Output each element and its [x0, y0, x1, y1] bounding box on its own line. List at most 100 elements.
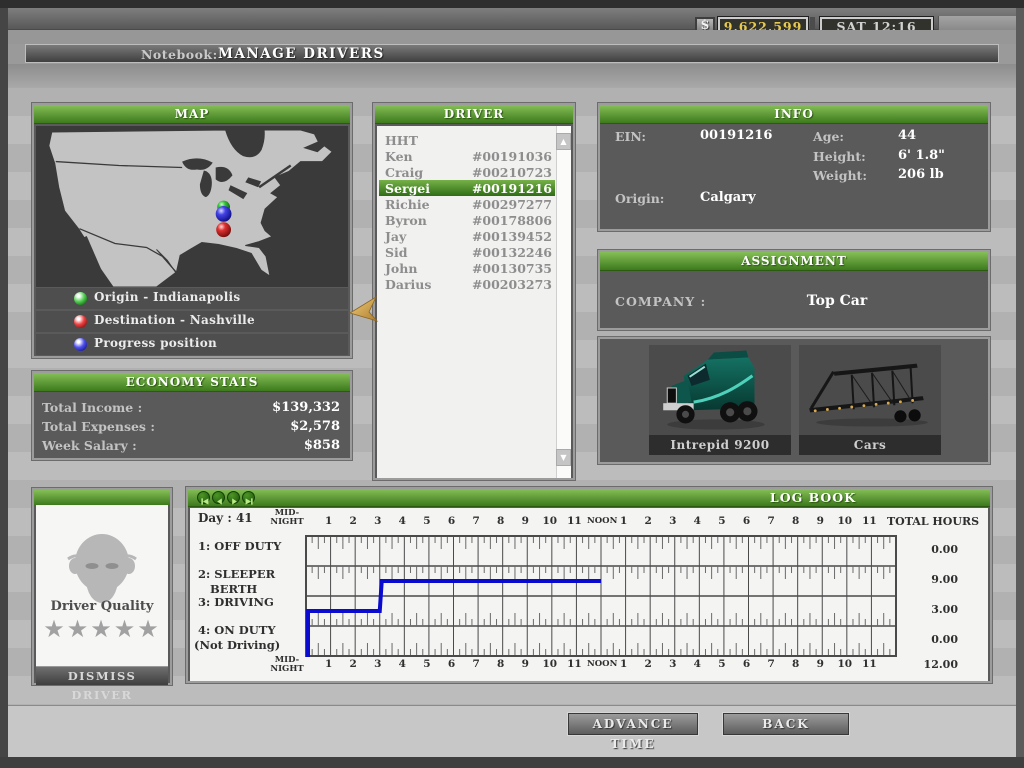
page-title: MANAGE DRIVERS	[218, 46, 385, 62]
economy-row-value: $858	[303, 438, 340, 453]
driver-id: #00203273	[471, 277, 552, 292]
ein-value: 00191216	[700, 128, 773, 143]
driver-row[interactable]: HHT	[379, 132, 555, 148]
hour-label: 2	[644, 515, 652, 527]
driver-quality-label: Driver Quality	[50, 599, 154, 614]
last-day-button[interactable]	[242, 491, 255, 505]
day-label: Day : 41	[198, 511, 253, 525]
truck-box[interactable]: Intrepid 9200	[649, 345, 791, 455]
destination-dot	[216, 222, 231, 238]
hour-label: 3	[374, 515, 382, 527]
economy-row: Total Income : $139,332	[34, 400, 350, 418]
driver-name: Sid	[385, 245, 408, 260]
economy-header: ECONOMY STATS	[34, 373, 350, 392]
hour-label: 9	[521, 658, 529, 670]
trailer-box[interactable]: Cars	[799, 345, 941, 455]
scroll-down-button[interactable]: ▼	[556, 449, 571, 466]
economy-row: Total Expenses : $2,578	[34, 419, 350, 437]
driver-list: HHT Ken #00191036 Craig #00210723 Sergei #0019…	[377, 126, 571, 478]
dismiss-driver-button[interactable]: DISMISS DRIVER	[36, 666, 168, 702]
logbook-grid	[305, 535, 897, 657]
origin-label: Origin:	[615, 191, 665, 206]
hour-label: 1	[324, 515, 333, 527]
hour-label: 8	[497, 515, 505, 527]
notebook-label: Notebook:	[141, 47, 218, 62]
hour-label: 2	[349, 658, 357, 670]
quality-header	[34, 490, 170, 505]
mouse-cursor	[349, 295, 379, 322]
driver-id: #00210723	[471, 165, 552, 180]
driver-row[interactable]: Byron #00178806	[379, 212, 555, 228]
first-day-button[interactable]	[197, 491, 210, 505]
hour-label: 7	[472, 658, 480, 670]
driver-row[interactable]: Jay #00139452	[379, 228, 555, 244]
economy-row-value: $139,332	[272, 400, 340, 415]
duty-row-label: 2: SLEEPER	[198, 567, 276, 581]
trailer-caption: Cars	[799, 435, 941, 455]
hour-label: 5	[423, 658, 431, 670]
legend-row: Origin - Indianapolis	[36, 288, 348, 309]
duty-row-label: 1: OFF DUTY	[198, 539, 282, 553]
hour-label: 3	[669, 515, 677, 527]
driver-row[interactable]: John #00130735	[379, 260, 555, 276]
height-value: 6' 1.8"	[898, 148, 945, 163]
window-bottom-edge	[0, 757, 1024, 768]
driver-name: John	[385, 261, 418, 276]
hour-label: NOON	[587, 516, 618, 526]
next-day-button[interactable]	[227, 491, 240, 505]
ein-label: EIN:	[615, 129, 646, 144]
hour-label: 9	[816, 658, 824, 670]
hour-label: 6	[742, 515, 751, 527]
prev-day-button[interactable]	[212, 491, 225, 505]
age-value: 44	[898, 128, 917, 143]
duty-row-label2: (Not Driving)	[194, 638, 281, 652]
vehicles-panel: Intrepid 9200 Cars	[598, 337, 990, 464]
driver-row[interactable]: Darius #00203273	[379, 276, 555, 292]
driver-row[interactable]: Sergei #00191216	[379, 180, 555, 196]
legend-label: Destination - Nashville	[94, 313, 255, 327]
weight-label: Weight:	[813, 168, 867, 183]
quality-body: Driver Quality ★★★★★	[36, 505, 168, 666]
driver-row[interactable]: Richie #00297277	[379, 196, 555, 212]
hour-label: 7	[767, 515, 775, 527]
driver-header: DRIVER	[375, 105, 573, 124]
duty-row-total: 9.00	[931, 573, 958, 586]
driver-avatar-icon	[67, 534, 137, 603]
logbook-title: LOG BOOK	[769, 490, 857, 505]
scroll-up-button[interactable]: ▲	[556, 133, 571, 150]
logbook-body: Day : 41 MID- NIGHT 1 2 3 4 5 6 7 8 9 10 11 NOON 1 2 3 4…	[190, 508, 988, 681]
hour-label: 10	[542, 515, 558, 527]
frame-band	[0, 30, 1024, 44]
driver-row[interactable]: Sid #00132246	[379, 244, 555, 260]
duty-row-total: 3.00	[931, 603, 958, 616]
advance-time-button[interactable]: ADVANCE TIME	[568, 713, 698, 751]
driver-id: #00191036	[471, 149, 552, 164]
height-label: Height:	[813, 149, 866, 164]
red-sphere	[74, 315, 87, 328]
hour-label: 7	[767, 658, 775, 670]
hour-label: 2	[644, 658, 652, 670]
back-button[interactable]: BACK	[723, 713, 849, 735]
truck-image	[663, 350, 765, 430]
hour-label: 5	[423, 515, 431, 527]
hour-label: 4	[693, 658, 701, 670]
footer-bar: ADVANCE TIME BACK	[8, 705, 1016, 757]
hour-label: 11	[862, 658, 877, 670]
info-panel: INFO EIN: 00191216 Age: 44 Height: 6' 1.…	[598, 103, 990, 231]
hour-label: 1	[619, 515, 628, 527]
blue-sphere	[74, 338, 87, 351]
progress-dot	[215, 206, 232, 222]
hour-label: 1	[324, 658, 333, 670]
hour-label: 9	[521, 515, 529, 527]
driver-row[interactable]: Ken #00191036	[379, 148, 555, 164]
economy-row-value: $2,578	[290, 419, 340, 434]
scrollbar-track[interactable]	[556, 126, 571, 478]
age-label: Age:	[813, 129, 845, 144]
grand-total-hours: 12.00	[923, 658, 958, 671]
hour-label: 4	[693, 515, 701, 527]
hour-label: 5	[718, 658, 726, 670]
driver-name: HHT	[385, 133, 418, 148]
window-top-edge	[0, 0, 1024, 8]
midnight-label-top: MID- NIGHT	[270, 508, 304, 527]
driver-row[interactable]: Craig #00210723	[379, 164, 555, 180]
